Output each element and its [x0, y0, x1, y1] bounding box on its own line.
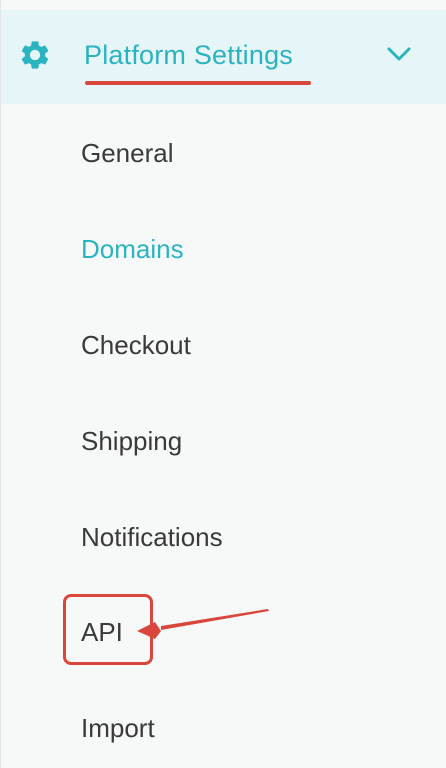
api-highlight-box	[63, 594, 153, 665]
nav-item-notifications[interactable]: Notifications	[81, 522, 223, 552]
title-underline-annotation	[85, 81, 311, 85]
nav-item-shipping[interactable]: Shipping	[81, 426, 182, 456]
nav-item-checkout[interactable]: Checkout	[81, 330, 191, 360]
settings-sidebar: Platform Settings General Domains Checko…	[0, 0, 446, 768]
chevron-down-icon[interactable]	[384, 42, 414, 66]
top-strip	[1, 0, 446, 10]
platform-settings-header[interactable]: Platform Settings	[1, 10, 446, 104]
nav-item-domains[interactable]: Domains	[81, 234, 184, 264]
section-title: Platform Settings	[84, 40, 293, 70]
nav-item-general[interactable]: General	[81, 138, 174, 168]
gear-icon	[21, 41, 49, 69]
nav-item-import[interactable]: Import	[81, 713, 155, 743]
